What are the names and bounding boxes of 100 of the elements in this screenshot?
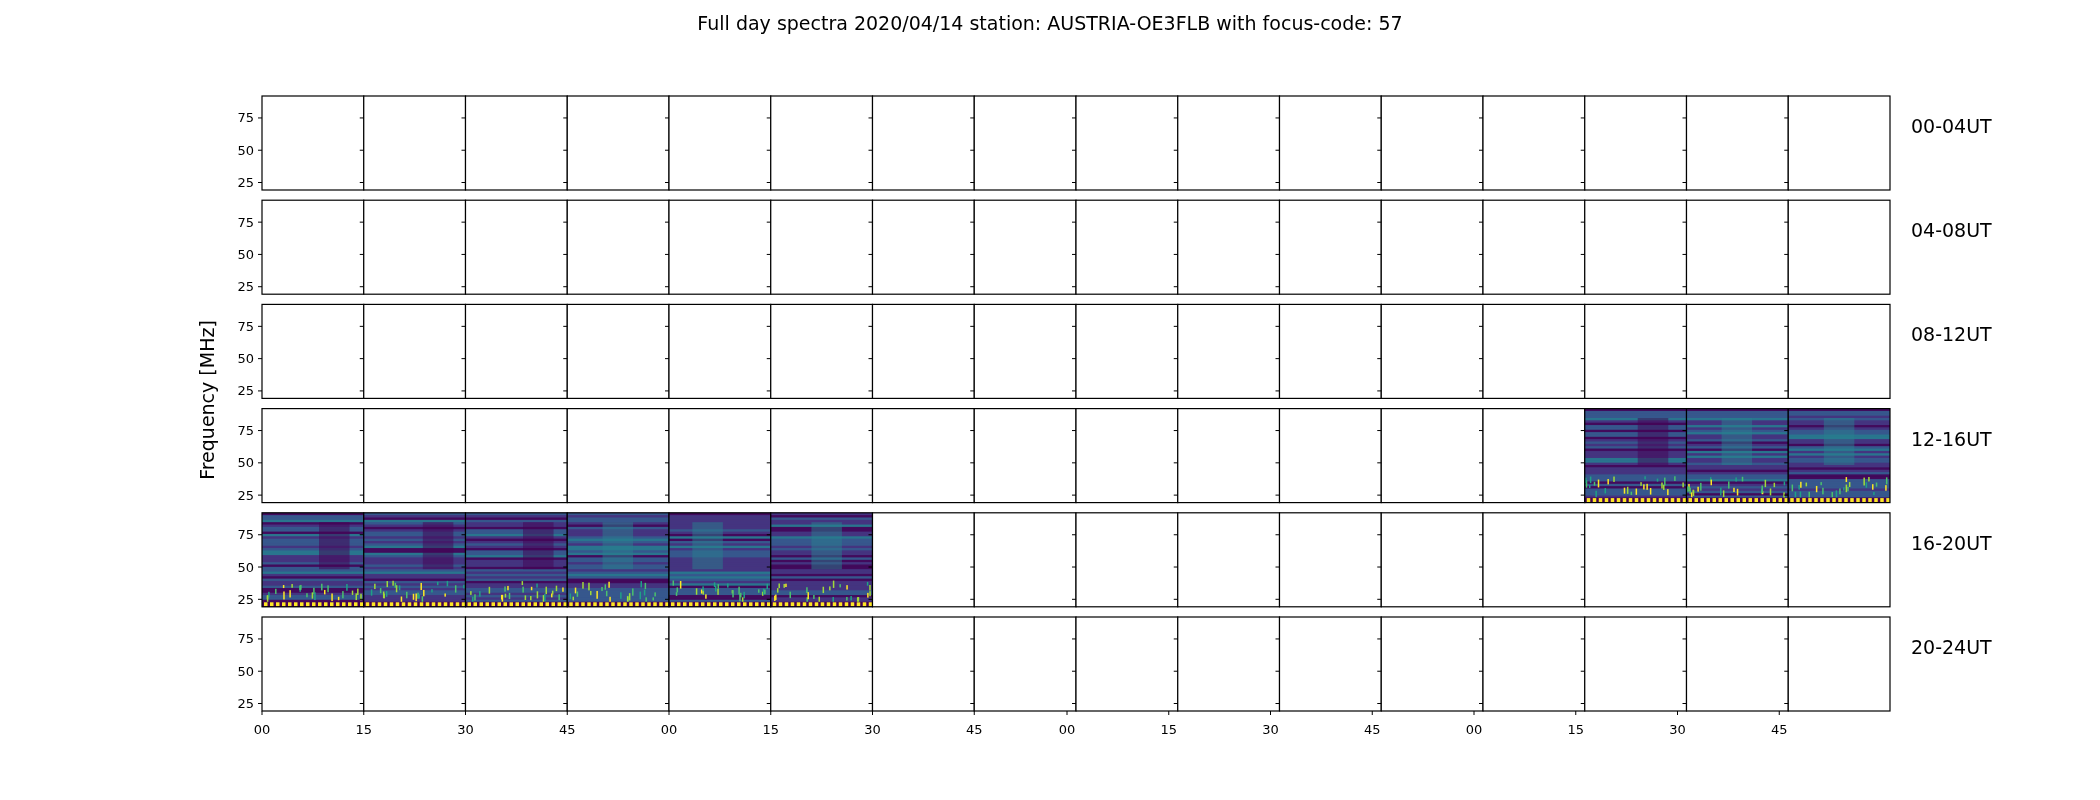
y-axis-ticks [1682,117,1687,183]
row-label: 20-24UT [1911,636,1992,658]
y-axis-ticks [1783,117,1789,183]
y-axis-ticks [1275,430,1280,496]
y-axis-ticks [1275,325,1280,392]
y-axis-ticks [1376,221,1382,288]
tick-label: 30 [457,722,474,737]
y-axis-ticks [461,430,466,496]
y-axis-ticks [257,221,263,288]
y-axis-ticks [1682,638,1687,704]
y-axis-ticks [1478,638,1484,704]
y-axis-ticks [1478,221,1484,288]
y-axis-ticks [461,534,466,600]
y-axis-ticks [1173,117,1179,183]
y-axis-ticks [664,117,670,183]
y-axis-ticks [766,534,772,600]
tick-label: 50 [237,663,254,679]
y-axis-ticks [969,117,975,183]
y-axis-ticks [969,430,975,496]
y-axis-ticks [1071,117,1077,183]
y-axis-ticks [461,221,466,288]
y-axis-ticks [868,534,873,600]
row-label: 16-20UT [1911,531,1992,554]
tick-label: 30 [864,722,881,737]
y-axis-ticks [257,325,263,392]
tick-label: 00 [1058,722,1076,737]
chart-title: Full day spectra 2020/04/14 station: AUSTRIA-OE3FLB with focus-code: 57 [697,12,1403,34]
y-axis-ticks [359,221,365,288]
y-axis-ticks [1580,117,1586,183]
y-axis-ticks [1173,534,1179,600]
y-axis-ticks [562,534,568,600]
y-axis-ticks [1783,221,1789,288]
y-axis-ticks [1682,534,1687,600]
tick-label: 25 [237,175,254,190]
y-axis-ticks [1173,638,1179,704]
tick-label: 15 [355,722,372,737]
y-axis-ticks [868,117,873,183]
y-axis-ticks [1682,325,1687,392]
y-axis-ticks [359,117,365,183]
tick-label: 25 [237,591,254,607]
y-axis-ticks [664,430,670,496]
tick-label: 25 [237,487,254,503]
y-axis-ticks [461,117,466,183]
y-axis-ticks [359,638,365,704]
y-axis-ticks [562,638,568,704]
y-axis-ticks [969,638,975,704]
tick-label: 75 [237,631,254,647]
y-axis-ticks [1275,638,1280,704]
y-axis-ticks [257,534,263,600]
y-axis-ticks [664,221,670,288]
tick-label: 50 [237,246,254,262]
row-label: 04-08UT [1911,219,1992,242]
y-axis-ticks [1783,638,1789,704]
y-axis-ticks [1682,430,1687,496]
y-axis-ticks [1783,430,1789,496]
y-axis-ticks [1376,325,1382,392]
y-axis-ticks [1071,221,1077,288]
axis-label: Frequency [MHz] [196,320,218,480]
y-axis-ticks [562,117,568,183]
y-axis-ticks [1071,430,1077,496]
y-axis-ticks [766,117,772,183]
y-axis-ticks [1478,534,1484,600]
y-axis-ticks [766,638,772,704]
row-label: 08-12UT [1911,323,1992,346]
y-axis-ticks [562,325,568,392]
y-axis-ticks [359,430,365,496]
tick-label: 00 [253,722,271,737]
y-axis-ticks [1275,117,1280,183]
y-axis-ticks [1173,430,1179,496]
tick-label: 75 [237,110,254,126]
y-axis-ticks [1682,221,1687,288]
tick-label: 30 [1262,722,1279,737]
y-axis-ticks [766,221,772,288]
y-axis-ticks [1580,325,1586,392]
y-axis-ticks [257,638,263,704]
y-axis-ticks [1783,534,1789,600]
row-label: 00-04UT [1911,115,1992,137]
y-axis-ticks [1275,534,1280,600]
tick-label: 15 [762,722,779,737]
y-axis-ticks [1376,638,1382,704]
y-axis-ticks [1275,221,1280,288]
y-axis-ticks [1376,430,1382,496]
y-axis-ticks [1173,325,1179,392]
tick-label: 50 [237,351,254,367]
tick-label: 00 [1465,722,1483,737]
tick-label: 25 [237,279,254,295]
y-axis-ticks [969,325,975,392]
y-axis-ticks [1478,430,1484,496]
y-axis-ticks [1376,117,1382,183]
tick-label: 50 [237,455,254,471]
y-axis-ticks [1580,534,1586,600]
tick-label: 50 [237,559,254,575]
y-axis-ticks [1580,638,1586,704]
tick-label: 50 [237,142,254,158]
y-axis-ticks [562,221,568,288]
y-axis-ticks [664,638,670,704]
y-axis-ticks [868,325,873,392]
y-axis-ticks [664,325,670,392]
y-axis-ticks [257,117,263,183]
y-axis-ticks [969,221,975,288]
